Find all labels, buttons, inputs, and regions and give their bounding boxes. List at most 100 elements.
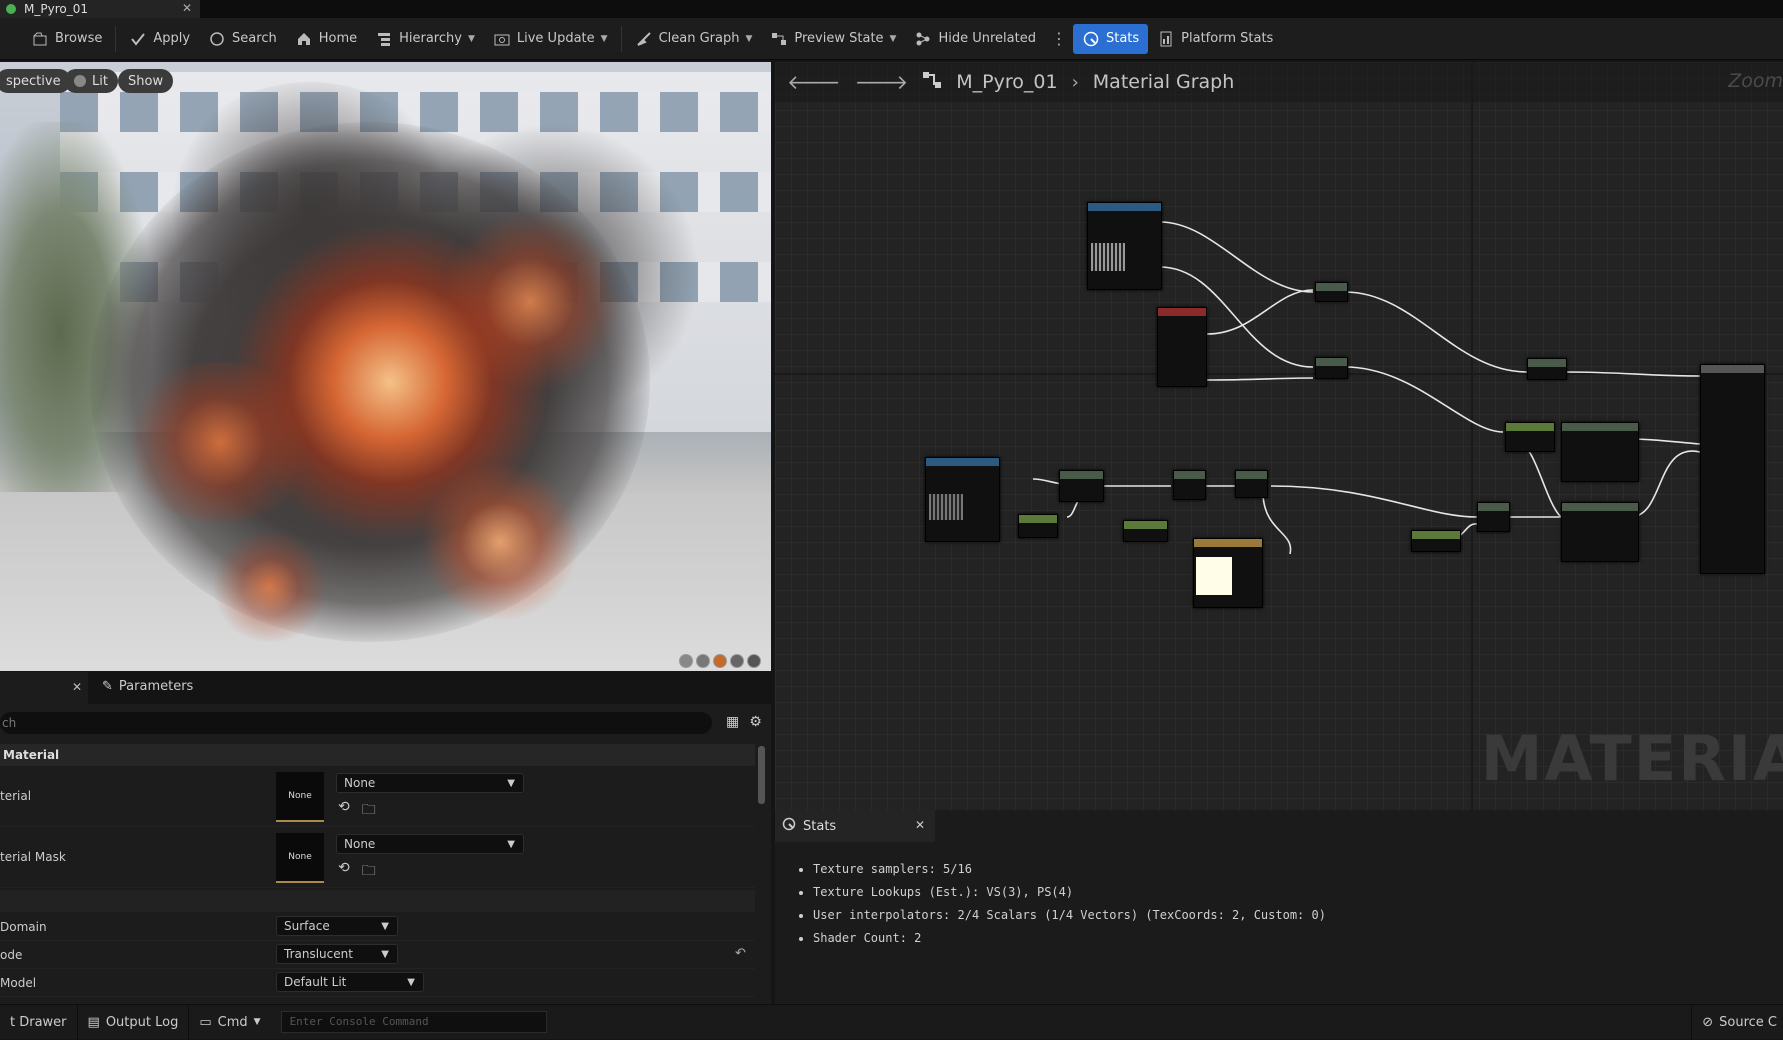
graph-node-power[interactable] xyxy=(1173,470,1206,500)
graph-node-emissive-texture[interactable] xyxy=(925,457,1000,542)
apply-button[interactable]: Apply xyxy=(120,24,199,54)
hierarchy-button[interactable]: Hierarchy ▼ xyxy=(366,24,484,54)
stats-list: Texture samplers: 5/16 Texture Lookups (… xyxy=(813,858,1326,950)
hide-unrelated-button[interactable]: Hide Unrelated xyxy=(905,24,1045,54)
section-header-material[interactable]: Material xyxy=(0,744,755,766)
forward-arrow-icon[interactable]: 🡒 xyxy=(855,70,909,94)
chevron-down-icon: ▼ xyxy=(889,33,897,44)
gear-icon[interactable]: ⚙ xyxy=(749,714,762,730)
preview-state-button[interactable]: Preview State ▼ xyxy=(761,24,905,54)
property-label: Model xyxy=(0,976,37,990)
graph-node-exponential-density[interactable] xyxy=(1059,470,1104,502)
details-view-options: ▦ ⚙ xyxy=(726,714,762,730)
graph-node-multiply[interactable] xyxy=(1315,357,1348,379)
graph-node-multiply[interactable] xyxy=(1527,358,1567,380)
main-toolbar: Browse Apply Search Home Hierarchy ▼ Liv… xyxy=(0,18,1783,60)
details-scrollbar[interactable] xyxy=(758,746,765,804)
document-tab[interactable]: M_Pyro_01 ✕ xyxy=(0,0,200,18)
graph-node-param[interactable] xyxy=(1018,514,1058,538)
graph-node-emissive-scale[interactable] xyxy=(1411,530,1461,552)
tab-details[interactable]: ✕ xyxy=(0,672,88,704)
close-icon[interactable]: ✕ xyxy=(182,1,192,15)
status-bar: t Drawer ▤ Output Log ▭ Cmd ▼ Enter Cons… xyxy=(0,1004,1783,1040)
blend-mode-dropdown[interactable]: Translucent ▼ xyxy=(276,944,398,964)
use-selected-icon[interactable]: ⟲ xyxy=(338,860,350,884)
breadcrumb-material[interactable]: M_Pyro_01 xyxy=(956,71,1057,93)
browse-folder-icon[interactable]: 🗀 xyxy=(362,799,376,823)
table-view-icon[interactable]: ▦ xyxy=(726,714,739,730)
live-update-button[interactable]: Live Update ▼ xyxy=(484,24,617,54)
graph-node-fade-distance[interactable] xyxy=(1505,422,1555,452)
explosion-fire xyxy=(210,532,330,642)
chevron-down-icon: ▼ xyxy=(467,33,475,44)
browse-button[interactable]: Browse xyxy=(22,24,111,54)
thumbnail-label: None xyxy=(288,791,312,801)
output-log-button[interactable]: ▤ Output Log xyxy=(78,1004,190,1040)
source-control-button[interactable]: ⊘ Source C xyxy=(1691,1005,1783,1040)
stats-line: User interpolators: 2/4 Scalars (1/4 Vec… xyxy=(813,904,1326,927)
asset-picker-dropdown[interactable]: None ▼ xyxy=(336,773,524,793)
clean-graph-button[interactable]: Clean Graph ▼ xyxy=(626,24,762,54)
graph-node-texture-sample[interactable] xyxy=(1087,202,1162,290)
section-header-collapsed[interactable] xyxy=(0,890,755,912)
property-label: Domain xyxy=(0,920,47,934)
chevron-down-icon: ▼ xyxy=(507,777,515,789)
sphere-preview-icon[interactable] xyxy=(696,654,710,668)
content-drawer-button[interactable]: t Drawer xyxy=(0,1004,78,1040)
more-options-icon[interactable]: ⋮ xyxy=(1045,29,1073,48)
lit-button[interactable]: Lit xyxy=(64,69,118,93)
material-graph-canvas[interactable]: 🡐 🡒 M_Pyro_01 › Material Graph Zoom MATE… xyxy=(775,62,1783,810)
graph-node-depth-fade[interactable] xyxy=(1561,422,1639,482)
stats-panel: Stats ✕ Texture samplers: 5/16 Texture L… xyxy=(775,810,1783,1004)
platform-stats-label: Platform Stats xyxy=(1181,31,1274,46)
asset-picker-dropdown[interactable]: None ▼ xyxy=(336,834,524,854)
plane-preview-icon[interactable] xyxy=(713,654,727,668)
graph-node-fire-gradient[interactable] xyxy=(1123,520,1168,542)
live-update-icon xyxy=(493,30,511,48)
cylinder-preview-icon[interactable] xyxy=(679,654,693,668)
chevron-down-icon: ▼ xyxy=(381,920,389,932)
graph-node-particle-color[interactable] xyxy=(1157,307,1207,387)
graph-node-multiply[interactable] xyxy=(1477,502,1510,532)
tab-stats[interactable]: Stats ✕ xyxy=(775,810,935,842)
clean-graph-label: Clean Graph xyxy=(658,31,740,46)
asset-picker-value: None xyxy=(344,776,376,790)
material-domain-dropdown[interactable]: Surface ▼ xyxy=(276,916,398,936)
close-icon[interactable]: ✕ xyxy=(72,680,82,694)
stats-button[interactable]: Stats xyxy=(1072,23,1149,54)
details-search-input[interactable]: ch xyxy=(0,712,712,734)
platform-stats-button[interactable]: Platform Stats xyxy=(1148,24,1282,54)
stats-tab-label: Stats xyxy=(803,818,837,834)
parameters-tab-label: Parameters xyxy=(118,679,194,694)
show-button[interactable]: Show xyxy=(118,69,174,93)
chevron-down-icon: ▼ xyxy=(745,33,753,44)
console-command-input[interactable]: Enter Console Command xyxy=(280,1011,547,1033)
asset-thumbnail[interactable]: None xyxy=(276,772,324,822)
search-button[interactable]: Search xyxy=(199,24,286,54)
graph-node-material-output[interactable] xyxy=(1700,364,1765,574)
cube-preview-icon[interactable] xyxy=(730,654,744,668)
asset-thumbnail[interactable]: None xyxy=(276,833,324,883)
output-log-label: Output Log xyxy=(105,1014,179,1030)
tab-parameters[interactable]: ✎ Parameters xyxy=(102,679,193,694)
reset-to-default-icon[interactable]: ↶ xyxy=(735,946,746,961)
graph-node-multiply[interactable] xyxy=(1315,282,1348,302)
use-selected-icon[interactable]: ⟲ xyxy=(338,799,350,823)
graph-node-multiply[interactable] xyxy=(1235,470,1268,498)
perspective-button[interactable]: spective xyxy=(0,69,71,93)
graph-node-depth-fade[interactable] xyxy=(1561,502,1639,562)
lit-icon xyxy=(74,75,86,87)
close-icon[interactable]: ✕ xyxy=(915,818,925,832)
document-tab-bar: M_Pyro_01 ✕ xyxy=(0,0,1783,18)
back-arrow-icon[interactable]: 🡐 xyxy=(787,70,841,94)
browse-label: Browse xyxy=(55,31,103,46)
preview-viewport[interactable]: spective Lit Show xyxy=(0,62,771,671)
chevron-down-icon: ▼ xyxy=(600,33,608,44)
search-label: Search xyxy=(232,31,277,46)
home-button[interactable]: Home xyxy=(286,24,366,54)
shading-model-dropdown[interactable]: Default Lit ▼ xyxy=(276,972,424,992)
cmd-button[interactable]: ▭ Cmd ▼ xyxy=(189,1005,270,1040)
graph-node-emissive-color[interactable] xyxy=(1193,538,1263,608)
browse-folder-icon[interactable]: 🗀 xyxy=(362,860,376,884)
custom-mesh-preview-icon[interactable] xyxy=(747,654,761,668)
